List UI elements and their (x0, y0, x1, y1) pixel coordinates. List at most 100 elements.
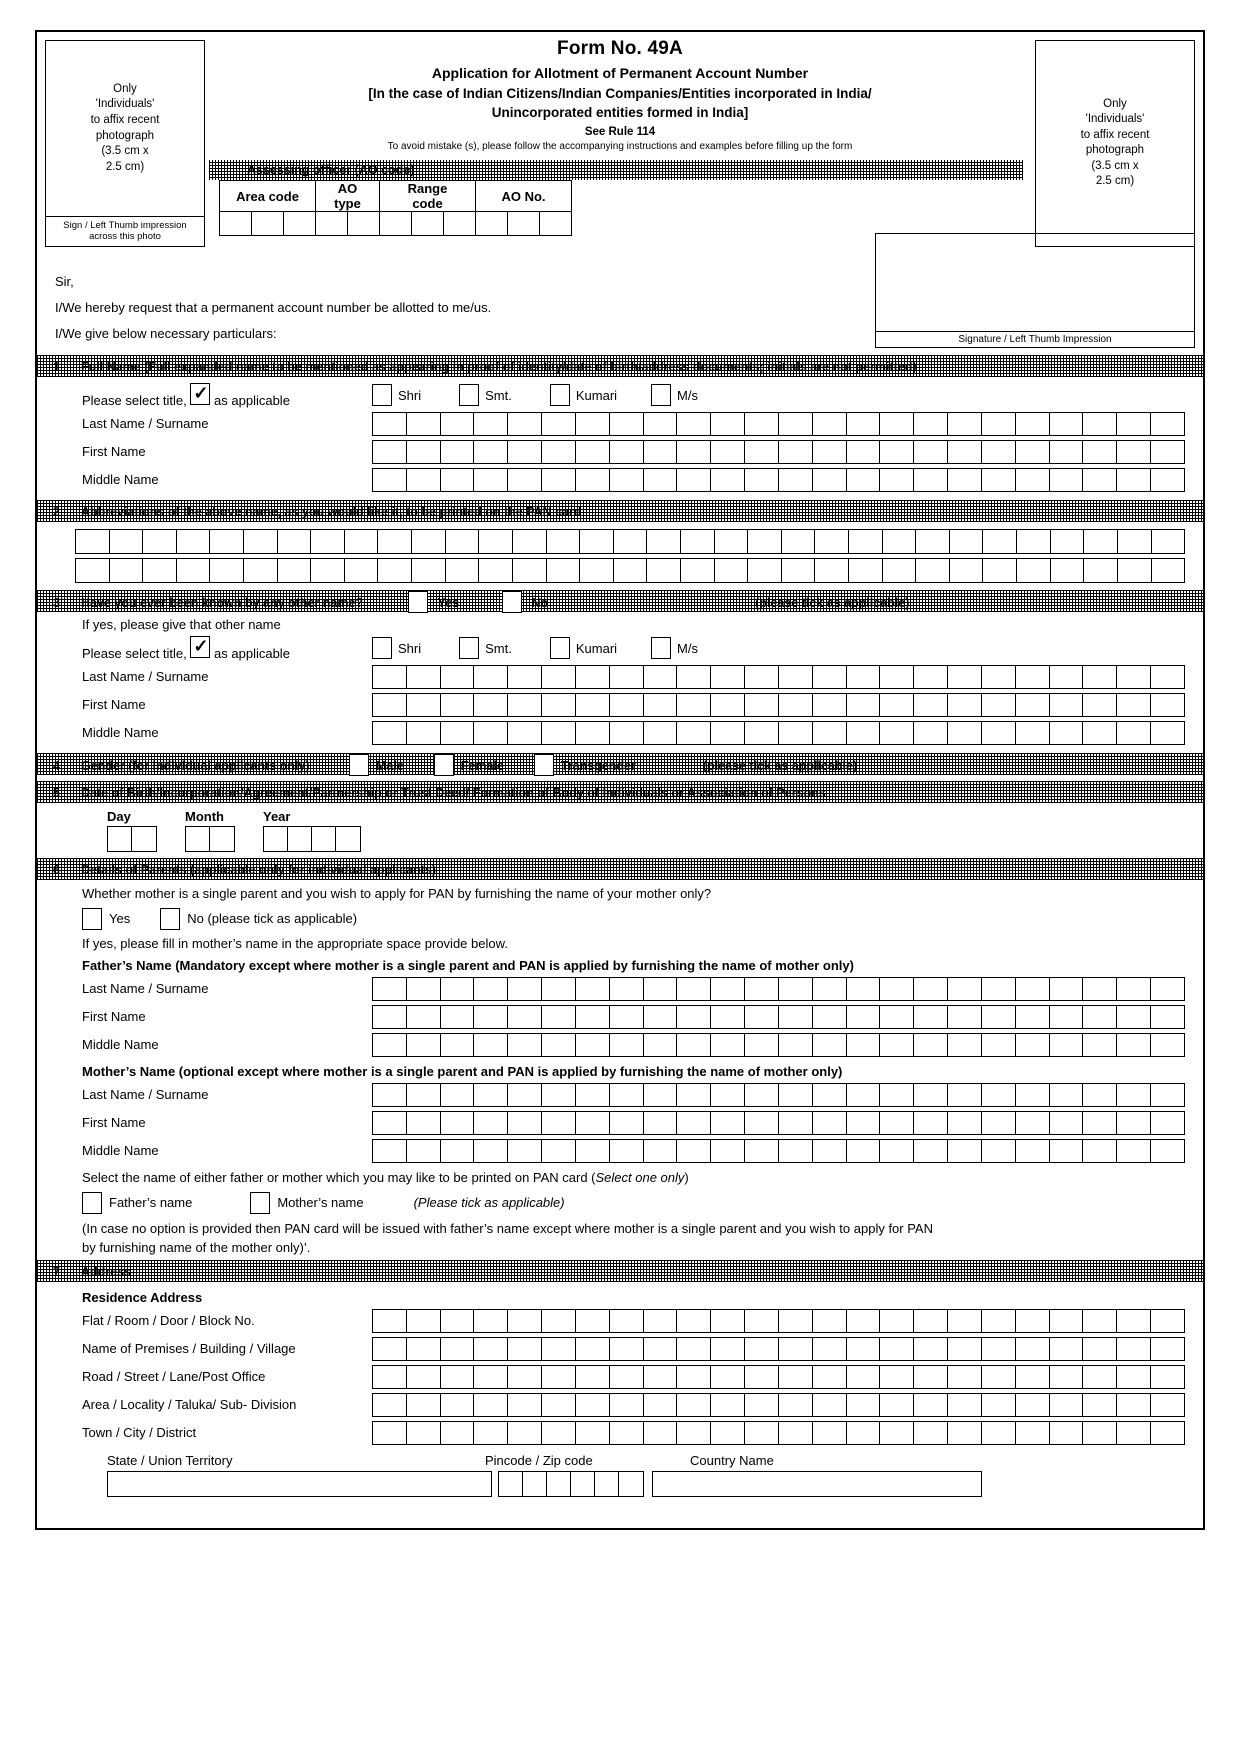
grid-cell[interactable] (711, 1421, 746, 1444)
grid-cell[interactable] (1151, 1366, 1184, 1388)
grid-cell[interactable] (407, 1111, 441, 1134)
grid-cell[interactable] (813, 665, 847, 688)
grid-cell[interactable] (474, 440, 509, 463)
grid-cell[interactable] (336, 827, 360, 851)
grid-cell[interactable] (373, 440, 407, 463)
grid-cell[interactable] (1118, 529, 1152, 553)
grid-cell[interactable] (745, 1139, 779, 1162)
grid-cell[interactable] (914, 721, 949, 744)
grid-cell[interactable] (1083, 468, 1118, 491)
grid-cell[interactable] (1050, 1005, 1084, 1028)
grid-cell[interactable] (576, 977, 610, 1000)
address-grid-2[interactable] (372, 1364, 1185, 1389)
grid-cell[interactable] (914, 1365, 949, 1388)
grid-cell[interactable] (1016, 1111, 1050, 1134)
grid-cell[interactable] (745, 1365, 779, 1388)
grid-cell[interactable] (914, 440, 949, 463)
grid-cell[interactable] (1016, 1139, 1050, 1162)
grid-cell[interactable] (610, 412, 644, 435)
grid-cell[interactable] (407, 1083, 441, 1106)
print-father-name-checkbox[interactable] (82, 1191, 102, 1214)
grid-cell[interactable] (441, 977, 475, 1000)
grid-cell[interactable] (847, 1421, 881, 1444)
grid-cell[interactable] (745, 665, 779, 688)
title-checkbox-3-1[interactable] (459, 637, 480, 660)
grid-cell[interactable] (779, 1083, 813, 1106)
grid-cell[interactable] (474, 1005, 509, 1028)
grid-cell[interactable] (711, 1365, 746, 1388)
grid-cell[interactable] (779, 1365, 813, 1388)
grid-cell[interactable] (779, 468, 813, 491)
name-grid-1-1[interactable] (372, 439, 1185, 464)
grid-cell[interactable] (479, 529, 513, 553)
grid-cell[interactable] (880, 412, 915, 435)
ao-cell-3-0[interactable] (475, 211, 508, 237)
grid-cell[interactable] (143, 558, 177, 582)
grid-cell[interactable] (441, 468, 475, 491)
grid-cell[interactable] (644, 721, 678, 744)
grid-cell[interactable] (948, 977, 982, 1000)
grid-cell[interactable] (948, 1309, 982, 1332)
grid-cell[interactable] (1016, 665, 1050, 688)
grid-cell[interactable] (745, 1005, 779, 1028)
grid-cell[interactable] (948, 693, 982, 716)
grid-cell[interactable] (950, 529, 984, 553)
grid-cell[interactable] (1083, 977, 1118, 1000)
grid-cell[interactable] (914, 468, 949, 491)
grid-cell[interactable] (914, 1139, 949, 1162)
grid-cell[interactable] (847, 412, 881, 435)
grid-cell[interactable] (1084, 558, 1118, 582)
grid-cell[interactable] (745, 1111, 779, 1134)
name-grid-3-2[interactable] (372, 720, 1185, 745)
grid-cell[interactable] (1117, 721, 1152, 744)
grid-cell[interactable] (815, 558, 850, 582)
grid-cell[interactable] (441, 721, 475, 744)
grid-cell[interactable] (813, 1139, 847, 1162)
grid-cell[interactable] (278, 529, 312, 553)
grid-cell[interactable] (748, 558, 782, 582)
grid-cell[interactable] (508, 412, 543, 435)
grid-cell[interactable] (948, 665, 982, 688)
grid-cell[interactable] (210, 558, 245, 582)
grid-cell[interactable] (1083, 693, 1118, 716)
grid-cell[interactable] (441, 412, 475, 435)
grid-cell[interactable] (813, 468, 847, 491)
grid-cell[interactable] (847, 1365, 881, 1388)
grid-cell[interactable] (813, 1337, 847, 1360)
grid-cell[interactable] (745, 440, 779, 463)
gender-checkbox-2[interactable] (533, 753, 554, 776)
name-grid-father-1[interactable] (372, 1004, 1185, 1029)
grid-cell[interactable] (1050, 1033, 1084, 1056)
grid-cell[interactable] (880, 1005, 915, 1028)
grid-cell[interactable] (610, 1083, 644, 1106)
grid-cell[interactable] (748, 529, 782, 553)
grid-cell[interactable] (542, 1365, 576, 1388)
grid-cell[interactable] (644, 1421, 678, 1444)
grid-cell[interactable] (847, 977, 881, 1000)
grid-cell[interactable] (847, 1337, 881, 1360)
grid-cell[interactable] (982, 1111, 1016, 1134)
grid-cell[interactable] (474, 1139, 509, 1162)
grid-cell[interactable] (407, 1421, 441, 1444)
grid-cell[interactable] (914, 1111, 949, 1134)
grid-cell[interactable] (1016, 1337, 1050, 1360)
grid-cell[interactable] (508, 1393, 543, 1416)
title-checkbox-1-0[interactable] (372, 384, 392, 407)
grid-cell[interactable] (373, 1005, 407, 1028)
grid-cell[interactable] (1151, 1140, 1184, 1162)
grid-cell[interactable] (813, 440, 847, 463)
grid-cell[interactable] (312, 826, 336, 851)
grid-cell[interactable] (576, 1365, 610, 1388)
grid-cell[interactable] (378, 558, 413, 582)
grid-cell[interactable] (580, 529, 614, 553)
grid-cell[interactable] (576, 1309, 610, 1332)
ao-cell-2-1[interactable] (411, 211, 444, 237)
grid-cell[interactable] (610, 1309, 644, 1332)
grid-cell[interactable] (76, 558, 110, 582)
grid-cell[interactable] (407, 721, 441, 744)
grid-cell[interactable] (982, 1421, 1016, 1444)
grid-cell[interactable] (373, 1393, 407, 1416)
grid-cell[interactable] (441, 693, 475, 716)
grid-cell[interactable] (711, 1033, 746, 1056)
grid-cell[interactable] (644, 412, 678, 435)
